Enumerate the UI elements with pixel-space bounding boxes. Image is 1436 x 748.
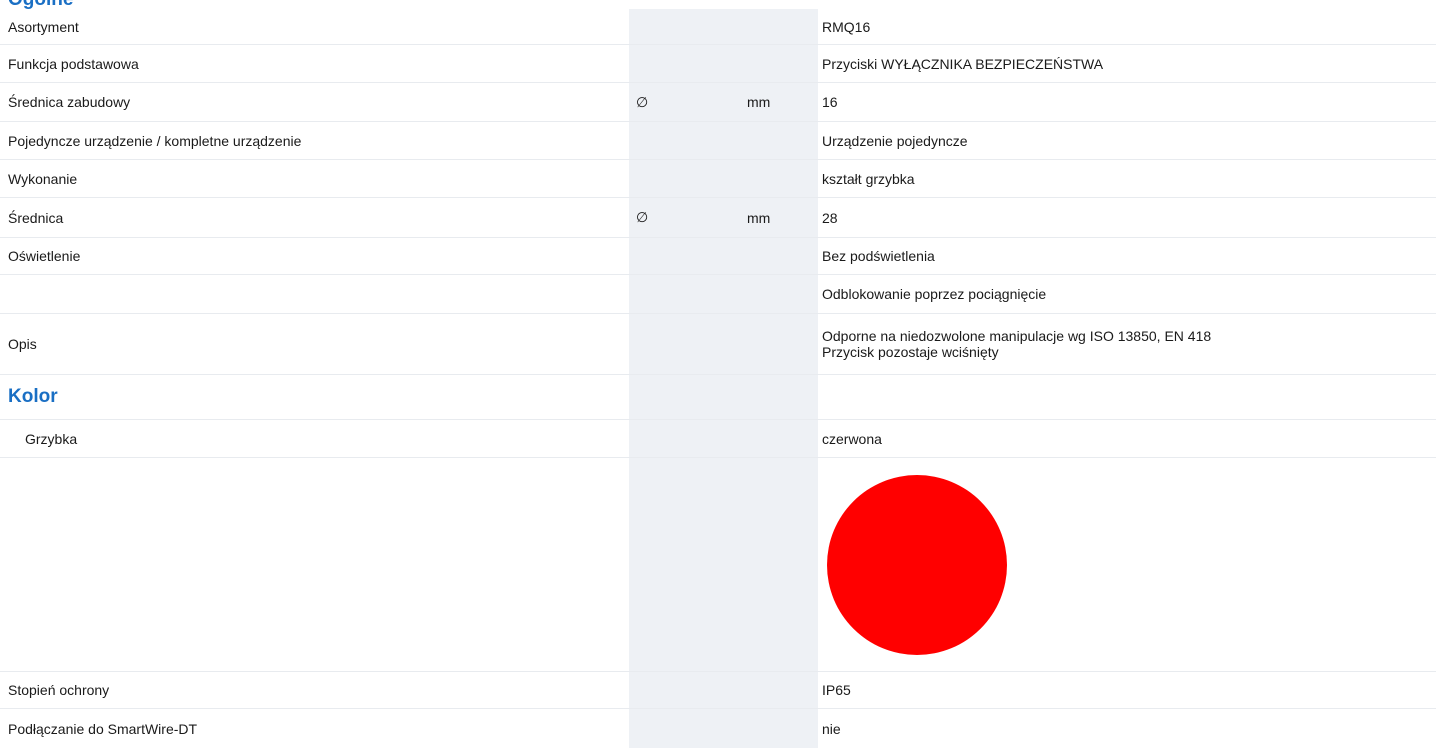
row-label: Podłączanie do SmartWire-DT [8,720,198,737]
row-label: Wykonanie [8,170,78,187]
row-value: kształt grzybka [822,170,915,187]
row-symbol [629,375,743,419]
row-label: Średnica zabudowy [8,94,131,110]
row-label: Stopień ochrony [8,682,110,698]
row-unit [743,314,818,374]
row-value-line: Odporne na niedozwolone manipulacje wg I… [822,328,1212,344]
row-value: RMQ16 [822,18,871,35]
row-unit [743,672,818,708]
diameter-symbol: ∅ [629,198,743,237]
row-value: Przyciski WYŁĄCZNIKA BEZPIECZEŃSTWA [822,55,1104,72]
row-unit: mm [743,83,818,121]
row-label: Oświetlenie [8,248,81,264]
table-row: Grzybka czerwona [0,420,1436,458]
row-unit [743,709,818,748]
diameter-symbol: ∅ [629,83,743,121]
row-value: nie [822,720,841,737]
table-row: Stopień ochrony IP65 [0,672,1436,709]
row-unit [743,45,818,82]
row-label [0,458,629,671]
row-value: IP65 [822,682,851,698]
swatch-cell [818,458,1436,671]
row-symbol [629,709,743,748]
color-swatch-row [0,458,1436,672]
row-value: Odblokowanie poprzez pociągnięcie [822,286,1047,302]
row-symbol [629,672,743,708]
row-unit [743,375,818,419]
row-value: Bez podświetlenia [822,248,935,264]
color-swatch-circle [827,474,1007,655]
table-row: Pojedyncze urządzenie / kompletne urządz… [0,122,1436,160]
row-symbol [629,122,743,159]
table-row: Wykonanie kształt grzybka [0,160,1436,198]
section-header-row: Kolor [0,375,1436,420]
row-label: Opis [8,336,37,352]
table-row: Średnica ∅ mm 28 [0,198,1436,238]
row-value [818,375,1436,419]
row-symbol [629,160,743,197]
section-title-kolor: Kolor [8,386,58,407]
row-symbol [629,458,743,671]
row-unit [743,160,818,197]
row-symbol [629,275,743,313]
row-label: Asortyment [8,18,79,35]
row-symbol [629,314,743,374]
row-unit [743,458,818,671]
table-row: Odblokowanie poprzez pociągnięcie [0,275,1436,314]
row-value: 16 [822,94,838,110]
table-row: Opis Odporne na niedozwolone manipulacje… [0,314,1436,375]
row-unit [743,122,818,159]
row-unit [743,420,818,457]
table-row: Podłączanie do SmartWire-DT nie [0,709,1436,748]
table-row: Oświetlenie Bez podświetlenia [0,238,1436,275]
row-symbol [629,238,743,274]
row-value: Odporne na niedozwolone manipulacje wg I… [818,314,1436,374]
row-symbol [629,45,743,82]
row-unit [743,238,818,274]
row-label: Pojedyncze urządzenie / kompletne urządz… [8,132,302,149]
row-label [0,275,629,313]
row-symbol [629,420,743,457]
table-row: Średnica zabudowy ∅ mm 16 [0,83,1436,122]
row-label: Średnica [8,209,64,226]
row-unit [743,275,818,313]
row-label: Grzybka [25,430,78,447]
row-unit [743,9,818,44]
row-unit: mm [743,198,818,237]
partial-section-heading: Ogólne [0,0,208,9]
specification-table: Asortyment RMQ16 Funkcja podstawowa Przy… [0,9,1436,748]
row-value: 28 [822,209,838,226]
row-value: Urządzenie pojedyncze [822,132,968,149]
row-value: czerwona [822,430,882,447]
table-row: Funkcja podstawowa Przyciski WYŁĄCZNIKA … [0,45,1436,83]
row-value-line: Przycisk pozostaje wciśnięty [822,344,999,360]
row-label: Funkcja podstawowa [8,55,139,72]
row-symbol [629,9,743,44]
table-row: Asortyment RMQ16 [0,9,1436,45]
